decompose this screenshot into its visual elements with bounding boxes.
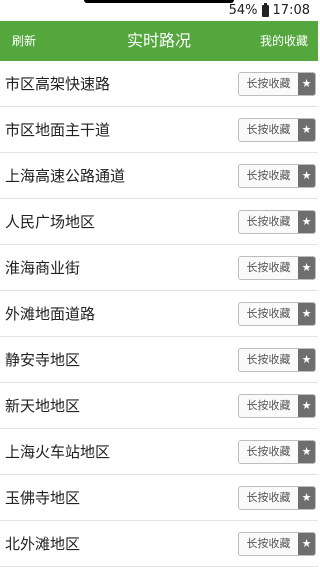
clock: 17:08 (272, 3, 310, 18)
battery-icon (261, 2, 269, 17)
star-icon: ★ (298, 211, 315, 233)
list-item-name: 新天地地区 (5, 397, 81, 415)
list-item-name: 外滩地面道路 (5, 305, 96, 323)
long-press-favorite-button[interactable]: 长按收藏 ★ (238, 440, 316, 464)
my-favorites-button[interactable]: 我的收藏 (260, 21, 308, 61)
status-bar-right: 54% 17:08 (229, 2, 310, 19)
long-press-favorite-button[interactable]: 长按收藏 ★ (238, 486, 316, 510)
star-icon: ★ (298, 165, 315, 187)
list-item-name: 上海火车站地区 (5, 443, 111, 461)
favorite-button-label: 长按收藏 (246, 215, 291, 228)
star-icon: ★ (298, 395, 315, 417)
favorite-button-label: 长按收藏 (246, 261, 291, 274)
list-item[interactable]: 北外滩地区 长按收藏 ★ (0, 521, 318, 567)
long-press-favorite-button[interactable]: 长按收藏 ★ (238, 302, 316, 326)
favorite-button-label: 长按收藏 (246, 307, 291, 320)
long-press-favorite-button[interactable]: 长按收藏 ★ (238, 532, 316, 556)
list-item-name: 静安寺地区 (5, 351, 81, 369)
long-press-favorite-button[interactable]: 长按收藏 ★ (238, 348, 316, 372)
long-press-favorite-button[interactable]: 长按收藏 ★ (238, 118, 316, 142)
long-press-favorite-button[interactable]: 长按收藏 ★ (238, 210, 316, 234)
favorite-button-label: 长按收藏 (246, 537, 291, 550)
long-press-favorite-button[interactable]: 长按收藏 ★ (238, 164, 316, 188)
favorite-button-label: 长按收藏 (246, 353, 291, 366)
list-item[interactable]: 淮海商业街 长按收藏 ★ (0, 245, 318, 291)
traffic-area-list: 市区高架快速路 长按收藏 ★ 市区地面主干道 长按收藏 ★ 上海高速公路通道 长按收藏 ★ 人民广… (0, 61, 318, 567)
battery-percentage: 54% (228, 3, 258, 18)
long-press-favorite-button[interactable]: 长按收藏 ★ (238, 394, 316, 418)
list-item-name: 玉佛寺地区 (5, 489, 81, 507)
star-icon: ★ (298, 349, 315, 371)
long-press-favorite-button[interactable]: 长按收藏 ★ (238, 256, 316, 280)
favorite-button-label: 长按收藏 (246, 399, 291, 412)
long-press-favorite-button[interactable]: 长按收藏 ★ (238, 72, 316, 96)
list-item-name: 人民广场地区 (5, 213, 96, 231)
header-bar: 刷新 实时路况 我的收藏 (0, 21, 318, 61)
list-item[interactable]: 新天地地区 长按收藏 ★ (0, 383, 318, 429)
list-item-name: 北外滩地区 (5, 535, 81, 553)
list-item[interactable]: 市区高架快速路 长按收藏 ★ (0, 61, 318, 107)
list-item-name: 市区地面主干道 (5, 121, 111, 139)
list-item[interactable]: 市区地面主干道 长按收藏 ★ (0, 107, 318, 153)
favorite-button-label: 长按收藏 (246, 445, 291, 458)
list-item[interactable]: 玉佛寺地区 长按收藏 ★ (0, 475, 318, 521)
list-item-name: 市区高架快速路 (5, 75, 111, 93)
list-item-name: 上海高速公路通道 (5, 167, 126, 185)
favorite-button-label: 长按收藏 (246, 123, 291, 136)
star-icon: ★ (298, 257, 315, 279)
list-item[interactable]: 上海高速公路通道 长按收藏 ★ (0, 153, 318, 199)
star-icon: ★ (298, 303, 315, 325)
star-icon: ★ (298, 533, 315, 555)
list-item[interactable]: 静安寺地区 长按收藏 ★ (0, 337, 318, 383)
status-bar: 54% 17:08 (0, 0, 318, 21)
star-icon: ★ (298, 487, 315, 509)
favorite-button-label: 长按收藏 (246, 77, 291, 90)
star-icon: ★ (298, 119, 315, 141)
favorite-button-label: 长按收藏 (246, 491, 291, 504)
list-item[interactable]: 人民广场地区 长按收藏 ★ (0, 199, 318, 245)
favorite-button-label: 长按收藏 (246, 169, 291, 182)
star-icon: ★ (298, 73, 315, 95)
star-icon: ★ (298, 441, 315, 463)
list-item[interactable]: 外滩地面道路 长按收藏 ★ (0, 291, 318, 337)
list-item[interactable]: 上海火车站地区 长按收藏 ★ (0, 429, 318, 475)
notch (84, 0, 234, 3)
list-item-name: 淮海商业街 (5, 259, 81, 277)
